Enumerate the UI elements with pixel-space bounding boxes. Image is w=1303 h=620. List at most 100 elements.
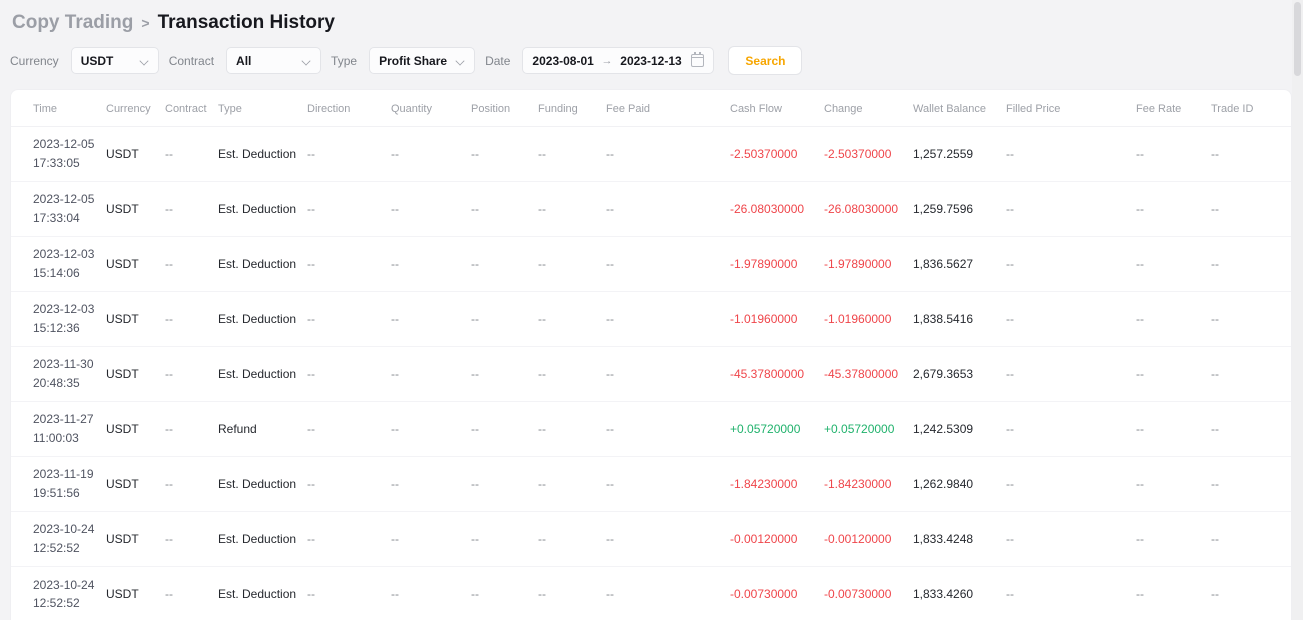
- cell-quantity: --: [391, 292, 471, 347]
- filter-bar: Currency USDT Contract All Type Profit S…: [10, 44, 1292, 89]
- cell-fee_rate: --: [1136, 347, 1211, 402]
- currency-select-value: USDT: [81, 54, 114, 68]
- cell-type: Est. Deduction: [218, 292, 307, 347]
- currency-select[interactable]: USDT: [71, 47, 159, 74]
- cell-funding: --: [538, 402, 606, 457]
- breadcrumb-parent-link[interactable]: Copy Trading: [12, 12, 133, 34]
- cell-fee_paid: --: [606, 237, 730, 292]
- cell-type: Est. Deduction: [218, 512, 307, 567]
- cell-change: -2.50370000: [824, 127, 913, 182]
- cell-funding: --: [538, 347, 606, 402]
- cell-contract: --: [165, 127, 218, 182]
- cell-direction: --: [307, 347, 391, 402]
- cell-quantity: --: [391, 127, 471, 182]
- vertical-scrollbar[interactable]: [1292, 0, 1303, 620]
- cell-direction: --: [307, 457, 391, 512]
- contract-select[interactable]: All: [226, 47, 321, 74]
- cell-currency: USDT: [106, 292, 165, 347]
- cell-time: 2023-10-2412:52:52: [11, 512, 106, 567]
- cell-contract: --: [165, 237, 218, 292]
- cell-direction: --: [307, 512, 391, 567]
- cell-cash_flow: -1.01960000: [730, 292, 824, 347]
- cell-trade_id: --: [1211, 347, 1291, 402]
- date-filter-label: Date: [485, 54, 510, 68]
- cell-currency: USDT: [106, 512, 165, 567]
- cell-funding: --: [538, 237, 606, 292]
- date-range-picker[interactable]: 2023-08-01 → 2023-12-13: [522, 47, 714, 74]
- calendar-icon[interactable]: [691, 54, 704, 67]
- cell-fee_rate: --: [1136, 402, 1211, 457]
- search-button[interactable]: Search: [728, 46, 802, 75]
- cell-quantity: --: [391, 512, 471, 567]
- date-range-arrow-icon: →: [598, 55, 617, 67]
- column-header-funding: Funding: [538, 90, 606, 127]
- cell-time: 2023-12-0517:33:04: [11, 182, 106, 237]
- column-header-trade_id: Trade ID: [1211, 90, 1291, 127]
- date-end-value[interactable]: 2023-12-13: [620, 54, 681, 68]
- cell-cash_flow: -0.00730000: [730, 567, 824, 620]
- cell-type: Est. Deduction: [218, 127, 307, 182]
- type-select[interactable]: Profit Share: [369, 47, 475, 74]
- cell-contract: --: [165, 567, 218, 620]
- cell-direction: --: [307, 567, 391, 620]
- cell-trade_id: --: [1211, 127, 1291, 182]
- cell-fee_paid: --: [606, 347, 730, 402]
- cell-change: -0.00730000: [824, 567, 913, 620]
- cell-position: --: [471, 402, 538, 457]
- cell-trade_id: --: [1211, 512, 1291, 567]
- cell-time: 2023-12-0517:33:05: [11, 127, 106, 182]
- chevron-down-icon: [302, 56, 311, 65]
- cell-trade_id: --: [1211, 457, 1291, 512]
- cell-currency: USDT: [106, 567, 165, 620]
- table-row: 2023-12-0517:33:04USDT--Est. Deduction--…: [11, 182, 1291, 237]
- cell-time: 2023-11-2711:00:03: [11, 402, 106, 457]
- cell-filled_price: --: [1006, 292, 1136, 347]
- cell-wallet_balance: 1,836.5627: [913, 237, 1006, 292]
- cell-fee_paid: --: [606, 292, 730, 347]
- cell-type: Est. Deduction: [218, 347, 307, 402]
- cell-quantity: --: [391, 402, 471, 457]
- cell-change: -1.84230000: [824, 457, 913, 512]
- contract-filter-label: Contract: [169, 54, 214, 68]
- cell-filled_price: --: [1006, 512, 1136, 567]
- cell-funding: --: [538, 567, 606, 620]
- cell-position: --: [471, 347, 538, 402]
- cell-wallet_balance: 1,833.4248: [913, 512, 1006, 567]
- cell-cash_flow: -45.37800000: [730, 347, 824, 402]
- cell-funding: --: [538, 127, 606, 182]
- cell-filled_price: --: [1006, 457, 1136, 512]
- cell-contract: --: [165, 457, 218, 512]
- cell-fee_paid: --: [606, 512, 730, 567]
- cell-fee_rate: --: [1136, 182, 1211, 237]
- transaction-table: TimeCurrencyContractTypeDirectionQuantit…: [11, 90, 1291, 620]
- cell-direction: --: [307, 402, 391, 457]
- cell-quantity: --: [391, 567, 471, 620]
- cell-change: +0.05720000: [824, 402, 913, 457]
- column-header-wallet_balance: Wallet Balance: [913, 90, 1006, 127]
- cell-trade_id: --: [1211, 402, 1291, 457]
- cell-change: -0.00120000: [824, 512, 913, 567]
- cell-cash_flow: -1.84230000: [730, 457, 824, 512]
- cell-change: -1.97890000: [824, 237, 913, 292]
- cell-cash_flow: -2.50370000: [730, 127, 824, 182]
- cell-contract: --: [165, 182, 218, 237]
- table-row: 2023-10-2412:52:52USDT--Est. Deduction--…: [11, 567, 1291, 620]
- cell-fee_paid: --: [606, 567, 730, 620]
- cell-time: 2023-11-3020:48:35: [11, 347, 106, 402]
- cell-cash_flow: -1.97890000: [730, 237, 824, 292]
- scrollbar-thumb[interactable]: [1294, 2, 1301, 76]
- cell-quantity: --: [391, 182, 471, 237]
- cell-currency: USDT: [106, 347, 165, 402]
- cell-funding: --: [538, 457, 606, 512]
- breadcrumb: Copy Trading > Transaction History: [10, 10, 1292, 44]
- cell-wallet_balance: 1,833.4260: [913, 567, 1006, 620]
- cell-funding: --: [538, 182, 606, 237]
- table-header-row: TimeCurrencyContractTypeDirectionQuantit…: [11, 90, 1291, 127]
- column-header-cash_flow: Cash Flow: [730, 90, 824, 127]
- cell-trade_id: --: [1211, 237, 1291, 292]
- cell-fee_paid: --: [606, 127, 730, 182]
- cell-cash_flow: +0.05720000: [730, 402, 824, 457]
- date-start-value[interactable]: 2023-08-01: [532, 54, 593, 68]
- type-filter-label: Type: [331, 54, 357, 68]
- cell-cash_flow: -0.00120000: [730, 512, 824, 567]
